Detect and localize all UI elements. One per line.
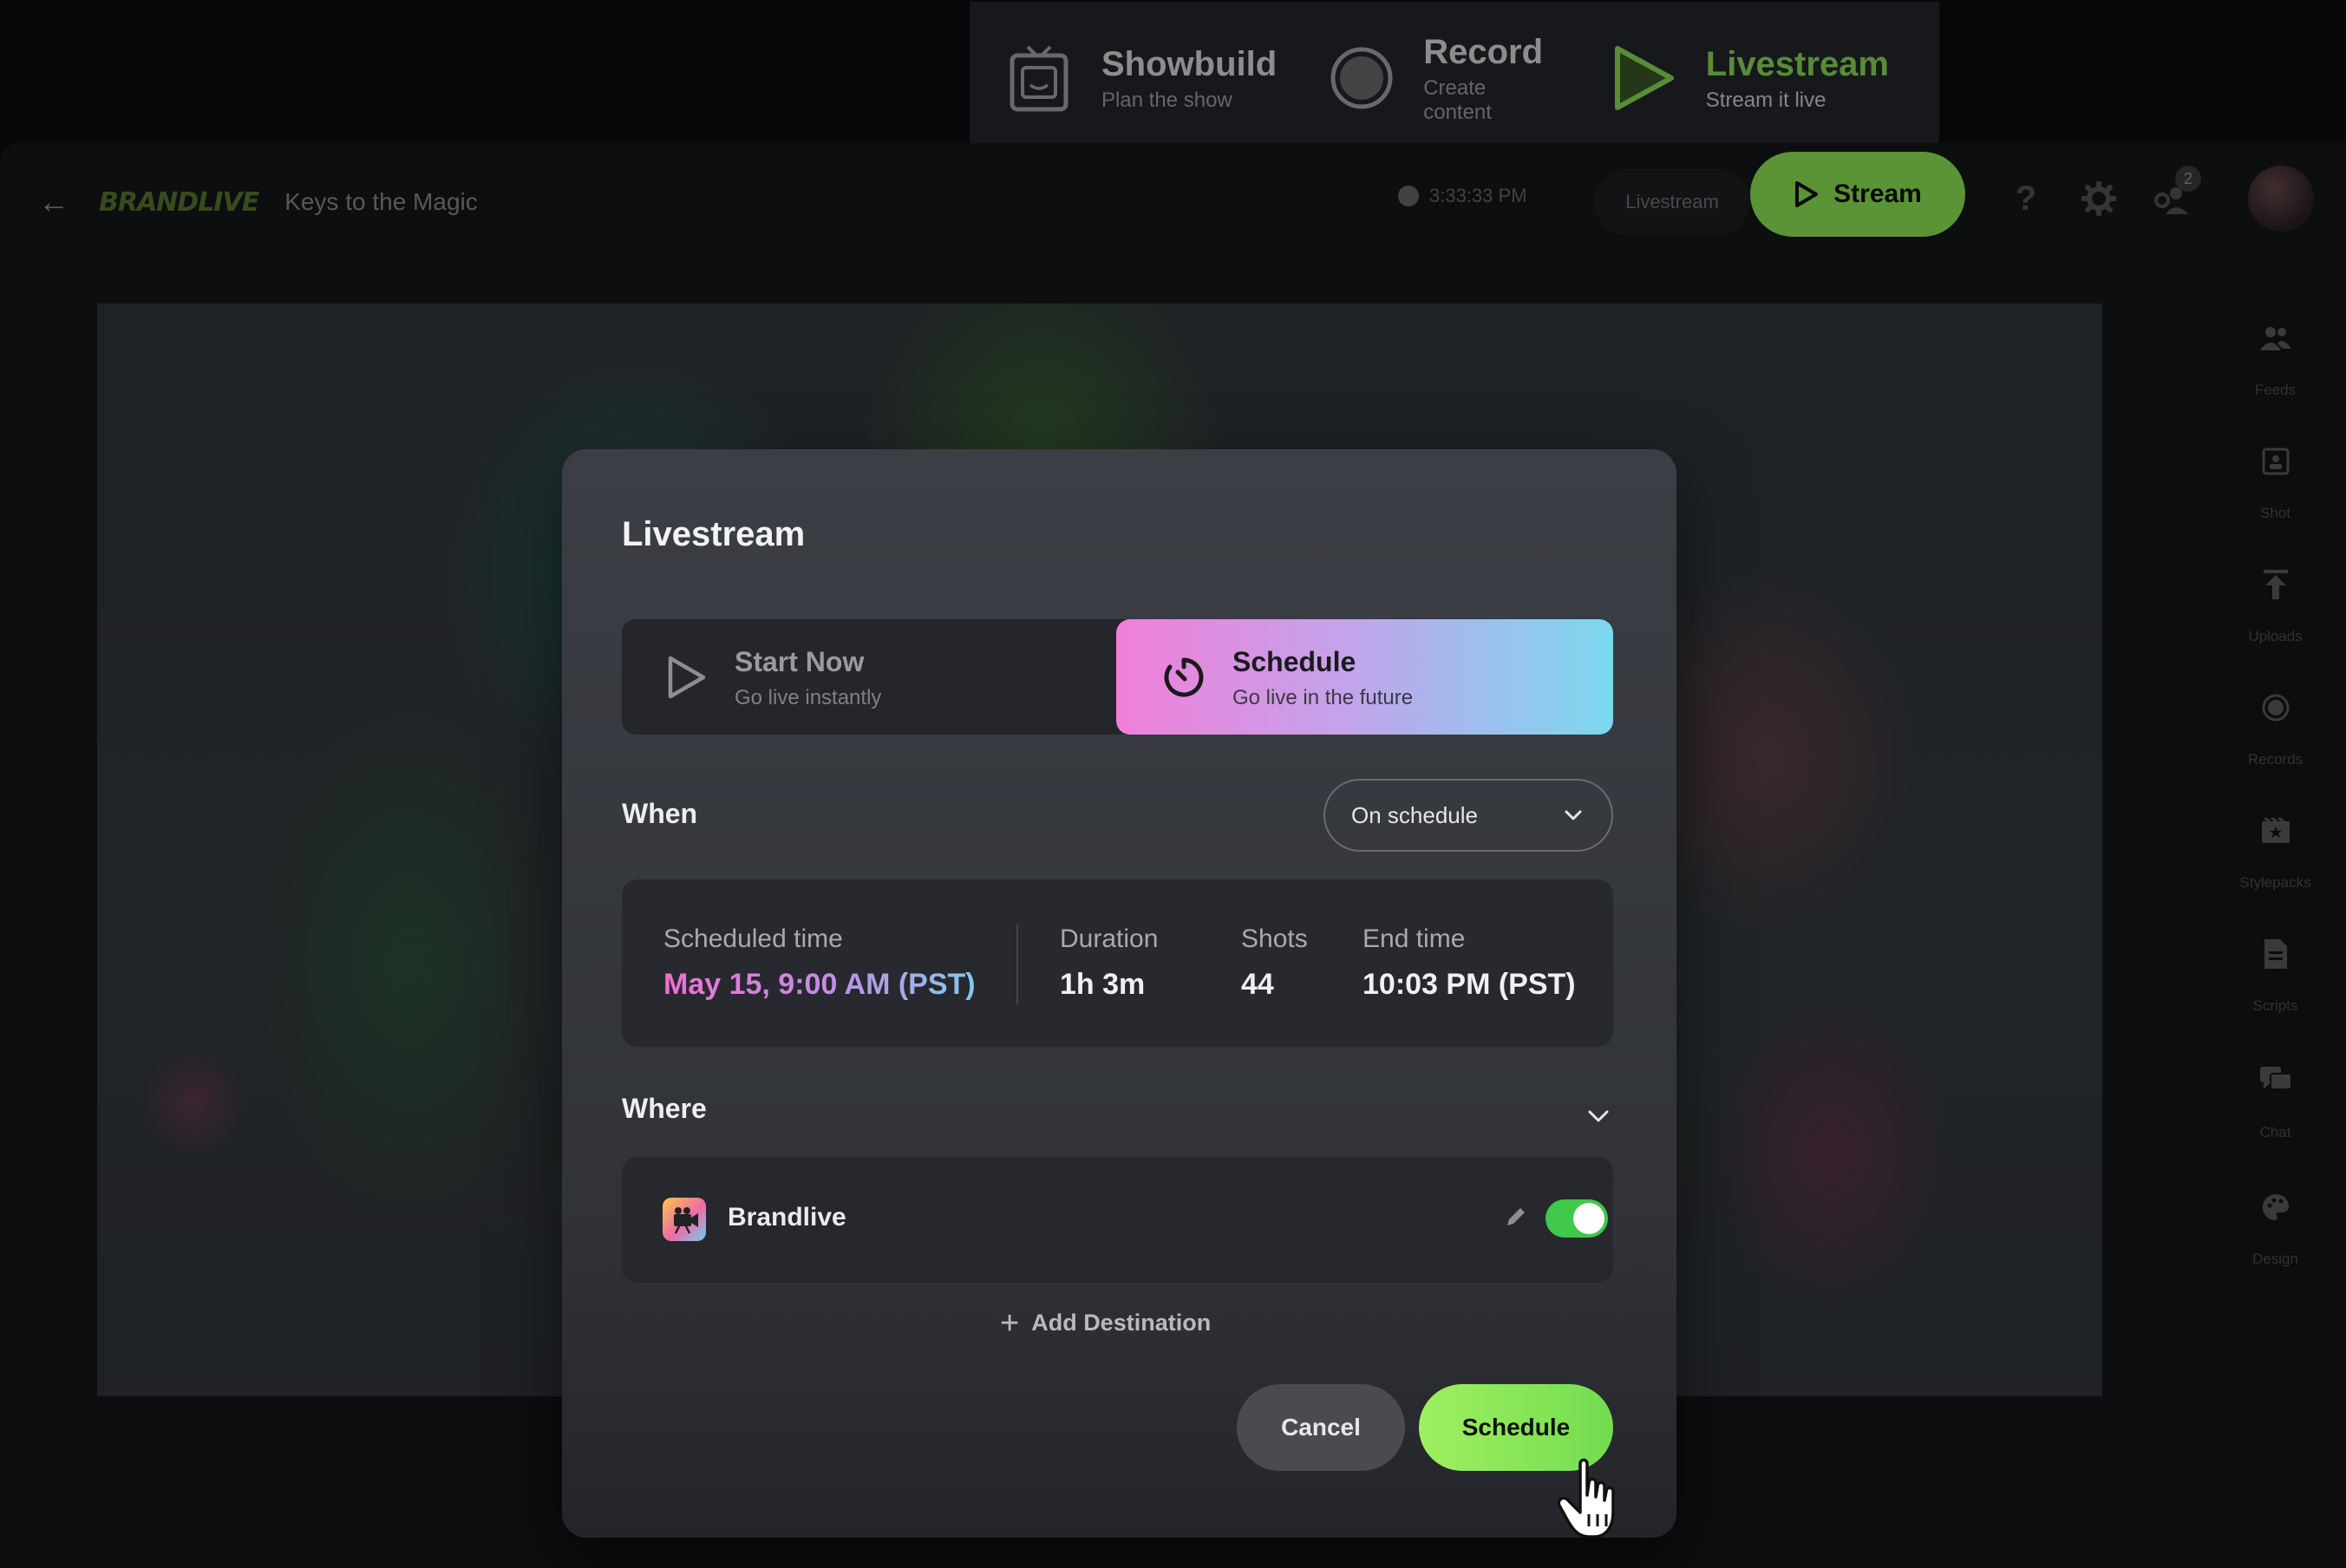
scheduled-time: Scheduled time May 15, 9:00 AM (PST) [663, 924, 976, 1002]
destination-name: Brandlive [728, 1203, 846, 1232]
add-destination-button[interactable]: + Add Destination [1000, 1304, 1212, 1342]
shots-label: Shots [1241, 924, 1308, 953]
shots: Shots 44 [1241, 924, 1308, 1002]
duration: Duration 1h 3m [1060, 924, 1158, 1002]
option-subtitle: Go live instantly [735, 685, 882, 709]
divider [1016, 924, 1018, 1004]
scheduled-time-label: Scheduled time [663, 924, 843, 953]
toggle-knob [1573, 1203, 1604, 1234]
destination-row: Brandlive [622, 1157, 1613, 1283]
hand-cursor-icon [1558, 1458, 1615, 1539]
add-destination-label: Add Destination [1031, 1310, 1212, 1336]
chevron-down-icon [1565, 810, 1582, 820]
duration-label: Duration [1060, 924, 1159, 953]
timer-icon [1160, 653, 1208, 702]
livestream-modal: Livestream Start Now Go live instantly S… [562, 449, 1676, 1538]
duration-value: 1h 3m [1060, 968, 1146, 1001]
modal-title: Livestream [622, 515, 806, 553]
brandlive-logo-icon [663, 1198, 706, 1241]
schedule-option[interactable]: Schedule Go live in the future [1116, 619, 1613, 735]
end-time: End time 10:03 PM (PST) [1363, 924, 1576, 1002]
when-label: When [622, 798, 698, 829]
when-select[interactable]: On schedule [1323, 779, 1613, 852]
when-select-value: On schedule [1351, 801, 1478, 828]
start-mode-selector: Start Now Go live instantly Schedule Go … [622, 619, 1613, 735]
where-label: Where [622, 1093, 707, 1124]
destination-toggle[interactable] [1545, 1199, 1608, 1238]
pencil-icon[interactable] [1503, 1204, 1529, 1230]
schedule-summary: Scheduled time May 15, 9:00 AM (PST) Dur… [622, 879, 1613, 1047]
option-title: Schedule [1232, 645, 1356, 677]
shots-value: 44 [1241, 968, 1274, 1001]
scheduled-time-value[interactable]: May 15, 9:00 AM (PST) [663, 968, 976, 1002]
option-subtitle: Go live in the future [1232, 685, 1414, 709]
start-now-option[interactable]: Start Now Go live instantly [622, 619, 1116, 735]
plus-icon: + [1000, 1304, 1020, 1342]
option-title: Start Now [735, 645, 865, 677]
chevron-down-icon[interactable] [1584, 1101, 1613, 1131]
end-time-value: 10:03 PM (PST) [1363, 968, 1576, 1001]
cancel-button[interactable]: Cancel [1237, 1384, 1405, 1471]
play-icon [662, 653, 710, 702]
end-time-label: End time [1363, 924, 1466, 953]
